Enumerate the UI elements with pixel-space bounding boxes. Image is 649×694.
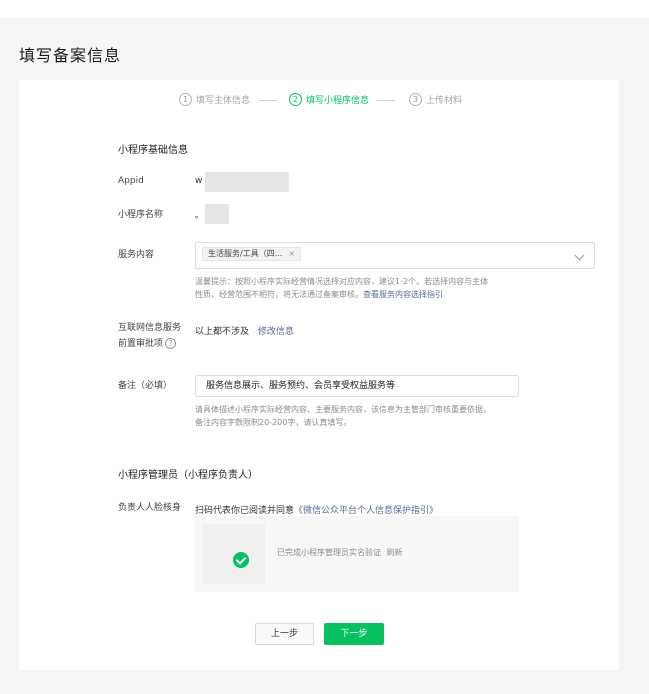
face-verify-label: 负责人人脸核身 [118, 503, 182, 513]
step-label: 填写主体信息 [196, 96, 251, 106]
step-number: 1 [179, 93, 192, 106]
internet-label-line1: 互联网信息服务 [118, 323, 182, 333]
internet-service-value: 以上都不涉及 修改信息 [195, 324, 294, 337]
internet-label-line2: 前置审批项? [118, 336, 181, 352]
step-3: 3 上传材料 [409, 93, 462, 106]
service-label: 服务内容 [118, 250, 155, 260]
remark-hint: 请具体描述小程序实际经营内容、主要服务内容，该信息为主管部门审核重要依据， 备注… [195, 403, 535, 429]
stepper: 1 填写主体信息 2 填写小程序信息 3 上传材料 [19, 80, 619, 122]
step-divider [259, 100, 277, 101]
verify-status-text: 已完成小程序管理员实名验证 [277, 548, 381, 557]
step-label: 填写小程序信息 [306, 96, 370, 106]
next-button[interactable]: 下一步 [324, 623, 384, 645]
qr-code [203, 524, 265, 584]
internet-value-text: 以上都不涉及 [195, 327, 250, 337]
step-label: 上传材料 [426, 96, 463, 106]
agreement-prefix: 扫码代表你已阅读并同意 [195, 506, 295, 516]
top-bar [0, 0, 649, 18]
appid-label: Appid [118, 176, 144, 186]
name-value: 。 [195, 211, 205, 221]
redacted-name [205, 204, 229, 224]
internet-label-text: 前置审批项 [118, 339, 164, 349]
step-number: 3 [409, 93, 422, 106]
privacy-guide-link[interactable]: 《微信公众平台个人信息保护指引》 [294, 506, 438, 516]
check-icon [233, 552, 249, 568]
remark-label: 备注（必填） [118, 381, 173, 391]
remark-input[interactable]: 服务信息展示、服务预约、会员享受权益服务等 [195, 375, 519, 397]
service-guide-link[interactable]: 查看服务内容选择指引 [363, 290, 443, 299]
refresh-link[interactable]: 刷新 [387, 548, 403, 557]
remark-hint-line2: 备注内容字数限制20-200字，请认真填写。 [195, 418, 352, 427]
name-label: 小程序名称 [118, 210, 164, 220]
remark-hint-line1: 请具体描述小程序实际经营内容、主要服务内容，该信息为主管部门审核重要依据， [195, 405, 491, 414]
section-title-basic: 小程序基础信息 [118, 145, 188, 156]
page-title: 填写备案信息 [19, 46, 122, 65]
close-icon[interactable]: × [288, 248, 295, 260]
step-2: 2 填写小程序信息 [289, 93, 369, 106]
edit-info-link[interactable]: 修改信息 [258, 327, 294, 337]
step-divider [377, 100, 395, 101]
step-1: 1 填写主体信息 [179, 93, 250, 106]
redacted-appid [205, 172, 289, 192]
service-hint-line1: 温馨提示：按照小程序实际经营情况选择对应内容，建议1-2个。若选择内容与主体 [195, 277, 489, 286]
service-hint-text: 性质、经营范围不相符，将无法通过备案审核。 [195, 290, 363, 299]
prev-button[interactable]: 上一步 [255, 623, 314, 645]
step-number: 2 [289, 93, 302, 106]
service-tag-label: 生活服务/工具（四... [208, 249, 283, 258]
service-hint-line2: 性质、经营范围不相符，将无法通过备案审核。查看服务内容选择指引 [195, 288, 535, 301]
chevron-down-icon[interactable] [574, 250, 585, 261]
service-hint: 温馨提示：按照小程序实际经营情况选择对应内容，建议1-2个。若选择内容与主体 性… [195, 275, 535, 301]
appid-value: w [195, 176, 203, 186]
service-select[interactable]: 生活服务/工具（四... × [195, 242, 595, 269]
qr-panel: 已完成小程序管理员实名验证 刷新 [195, 516, 519, 592]
question-circle-icon[interactable]: ? [165, 338, 177, 349]
section-title-admin: 小程序管理员（小程序负责人） [118, 470, 258, 481]
verify-status: 已完成小程序管理员实名验证 刷新 [277, 547, 403, 558]
internet-service-label: 互联网信息服务 前置审批项? [118, 320, 181, 352]
service-tag: 生活服务/工具（四... × [202, 247, 302, 261]
agreement-text: 扫码代表你已阅读并同意《微信公众平台个人信息保护指引》 [195, 503, 438, 516]
form-card: 1 填写主体信息 2 填写小程序信息 3 上传材料 小程序基础信息 Appid … [19, 80, 619, 670]
